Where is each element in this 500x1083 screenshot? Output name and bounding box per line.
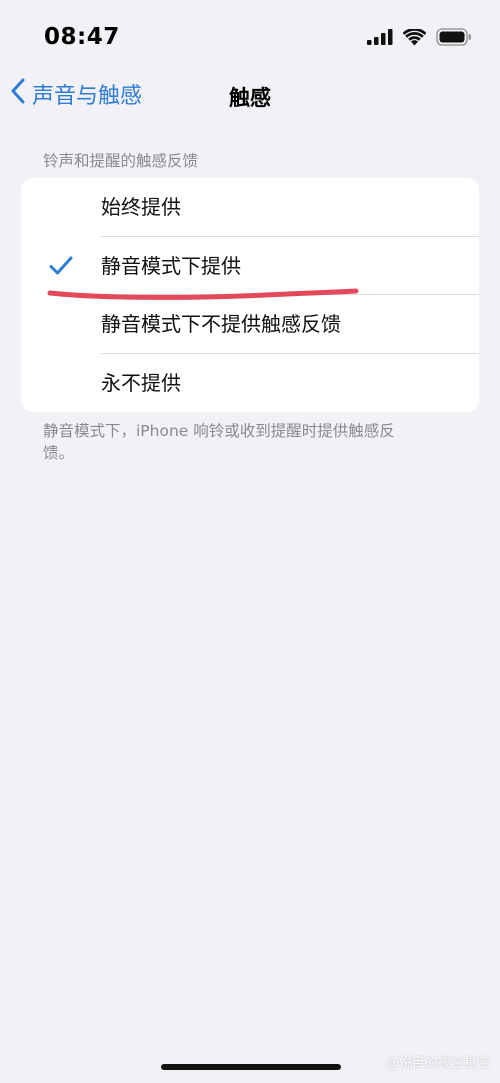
nav-bar: 声音与触感 触感: [0, 74, 500, 118]
section-footer-note: 静音模式下，iPhone 响铃或收到提醒时提供触感反馈。: [43, 422, 395, 462]
status-icons: [367, 27, 472, 50]
option-label: 永不提供: [101, 370, 181, 395]
cellular-signal-icon: [367, 29, 393, 49]
red-underline-annotation: [46, 284, 366, 308]
checkmark-icon: [49, 256, 73, 280]
battery-icon: [436, 28, 472, 50]
status-bar: 08:47: [0, 0, 500, 70]
wifi-icon: [402, 27, 427, 50]
option-never[interactable]: 永不提供: [21, 354, 479, 413]
status-time: 08:47: [44, 24, 120, 50]
option-always[interactable]: 始终提供: [21, 178, 479, 237]
section-header: 铃声和提醒的触感反馈: [43, 152, 199, 170]
page-title: 触感: [229, 86, 271, 110]
home-indicator[interactable]: [161, 1064, 341, 1070]
option-label: 始终提供: [101, 195, 181, 219]
watermark: @悦目的夜空星空: [385, 1056, 490, 1071]
